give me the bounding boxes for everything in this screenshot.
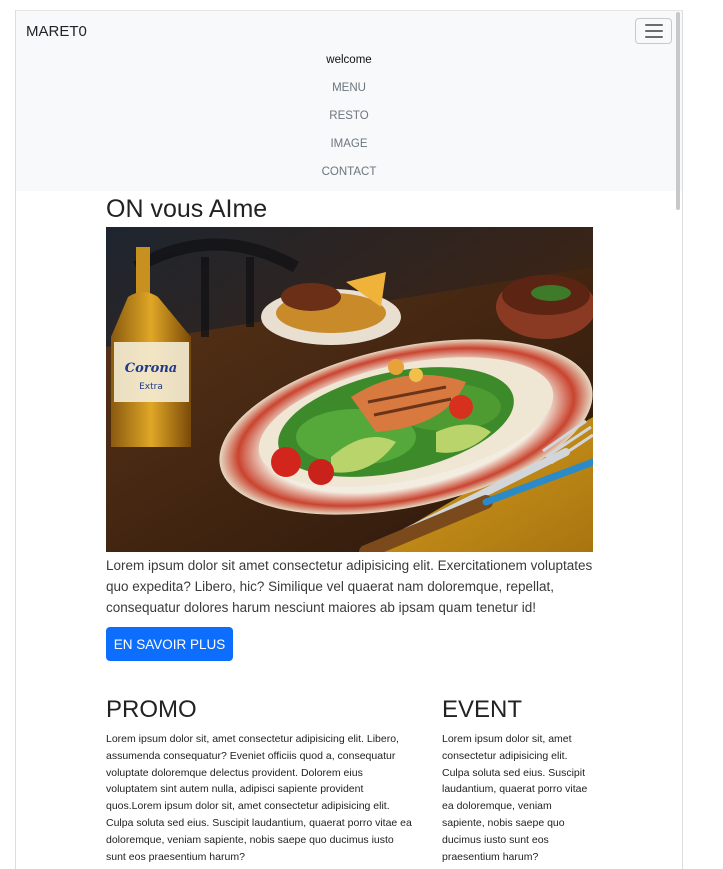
bottle-label-text: Corona [125, 361, 177, 376]
navbar-toggler-button[interactable] [635, 18, 672, 44]
navbar-brand[interactable]: MARET0 [26, 23, 87, 40]
nav-item-welcome[interactable]: welcome [16, 51, 682, 79]
nav-item-contact[interactable]: CONTACT [16, 163, 682, 191]
hamburger-icon-bar-middle [644, 30, 663, 32]
hero-intro-text: Lorem ipsum dolor sit amet consectetur a… [106, 558, 593, 615]
hamburger-icon-bar-top [644, 24, 663, 26]
bowl-shape [496, 275, 593, 339]
page-title: ON vous AIme [106, 195, 268, 223]
hero-image: Corona Extra [106, 227, 593, 552]
nav-item-resto[interactable]: RESTO [16, 107, 682, 135]
hamburger-icon-bar-bottom [644, 36, 663, 38]
promo-text: Lorem ipsum dolor sit, amet consectetur … [106, 733, 412, 863]
nav-item-image[interactable]: IMAGE [16, 135, 682, 163]
nav-menu: welcome MENU RESTO IMAGE CONTACT [16, 51, 682, 191]
event-text: Lorem ipsum dolor sit, amet consectetur … [442, 733, 588, 863]
nav-item-menu[interactable]: MENU [16, 79, 682, 107]
page-frame: MARET0 welcome MENU RESTO IMAGE CONTACT … [15, 10, 683, 869]
event-title: EVENT [442, 696, 523, 723]
scrollbar-thumb[interactable] [676, 12, 680, 210]
learn-more-button[interactable]: EN SAVOIR PLUS [106, 627, 233, 661]
navbar: MARET0 welcome MENU RESTO IMAGE CONTACT [16, 11, 682, 191]
promo-title: PROMO [106, 696, 197, 723]
bottle-sublabel-text: Extra [139, 382, 163, 392]
